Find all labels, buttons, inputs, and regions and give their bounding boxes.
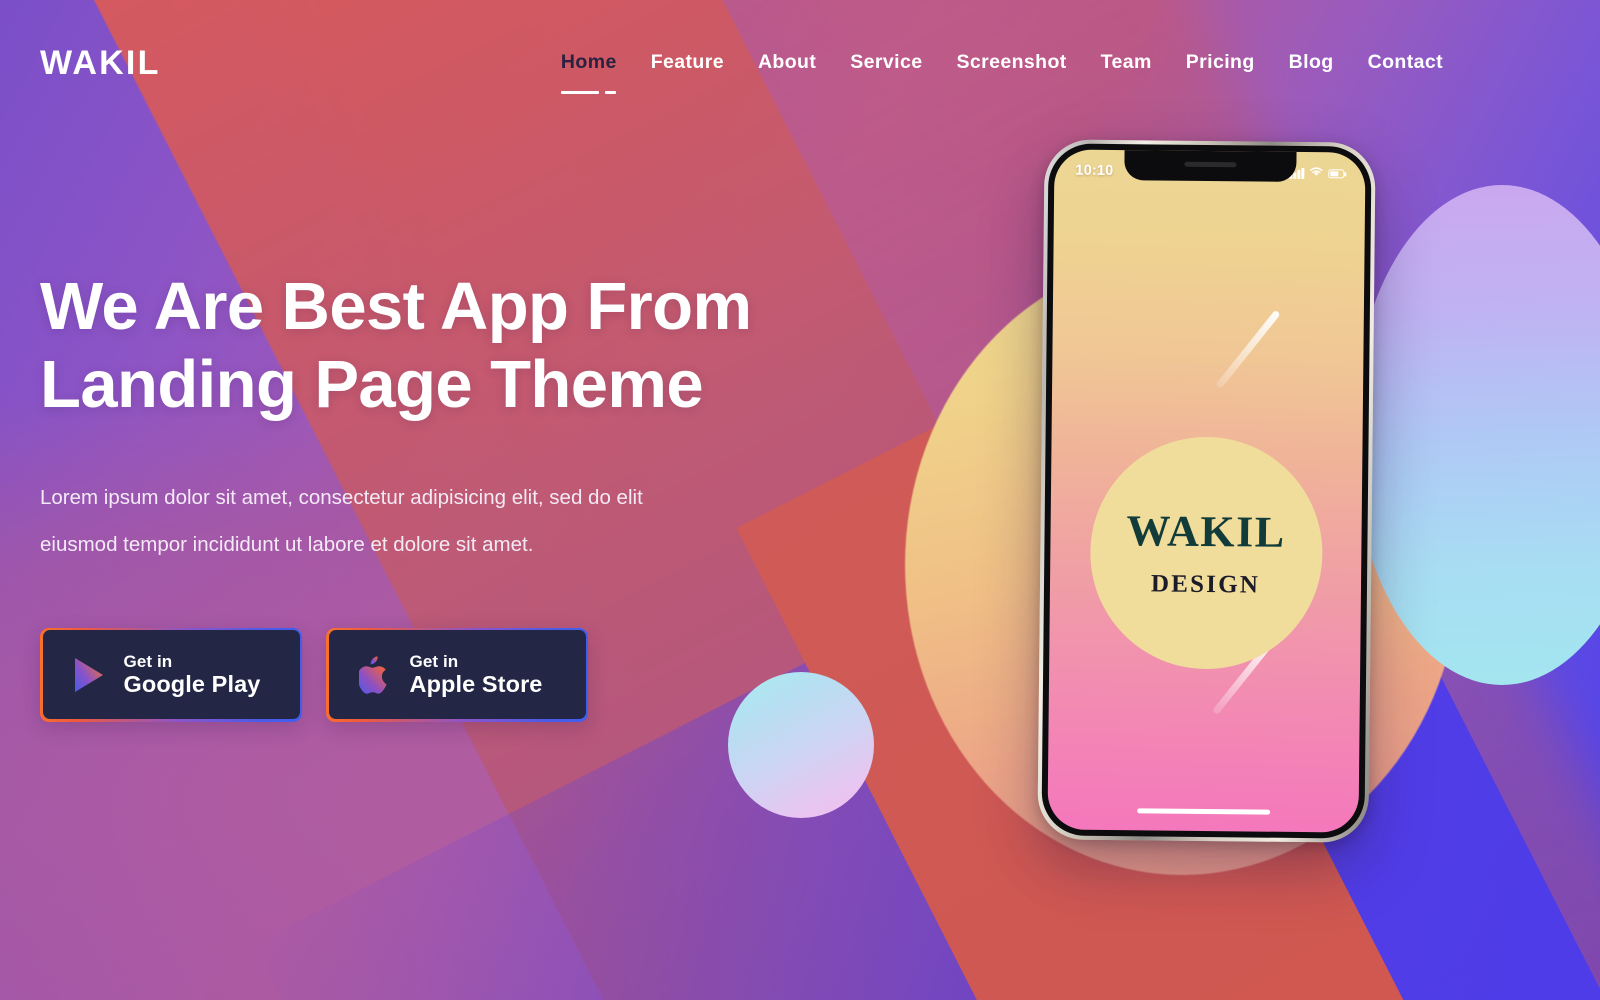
google-play-big-label: Google Play: [123, 671, 261, 698]
nav-item-service[interactable]: Service: [833, 45, 939, 80]
landing-page-hero: WAKIL Home Feature About Service Screens…: [0, 0, 1600, 1000]
hero-content: We Are Best App From Landing Page Theme …: [40, 268, 870, 722]
nav-item-label: Home: [560, 51, 617, 73]
apple-store-small-label: Get in: [409, 651, 459, 671]
apple-icon: [355, 653, 395, 697]
decorative-streak-top: [1215, 309, 1281, 390]
phone-screen: 10:10 WAKIL DESIGN: [1047, 149, 1366, 833]
app-logo-circle: WAKIL DESIGN: [1088, 435, 1324, 671]
google-play-icon: [69, 653, 109, 697]
hero-title-line-2: Landing Page Theme: [40, 346, 704, 422]
main-navigation: Home Feature About Service Screenshot Te…: [544, 45, 1560, 94]
hero-subtitle: Lorem ipsum dolor sit amet, consectetur …: [40, 475, 760, 567]
nav-item-feature[interactable]: Feature: [634, 45, 741, 80]
phone-home-indicator: [1136, 808, 1270, 815]
store-button-row: Get in Google Play Get in Apple Store: [40, 627, 870, 722]
active-nav-underline: [560, 91, 616, 94]
apple-store-big-label: Apple Store: [409, 671, 543, 698]
app-subtitle-text: DESIGN: [1150, 569, 1261, 599]
phone-speaker-icon: [1183, 161, 1236, 168]
nav-item-contact[interactable]: Contact: [1351, 45, 1460, 80]
nav-item-team[interactable]: Team: [1084, 45, 1169, 80]
phone-mockup: 10:10 WAKIL DESIGN: [1037, 139, 1376, 843]
nav-item-screenshot[interactable]: Screenshot: [939, 45, 1083, 80]
status-icon-group: [1289, 164, 1345, 183]
apple-store-label-group: Get in Apple Store: [410, 652, 543, 698]
hero-subtitle-line-1: Lorem ipsum dolor sit amet, consectetur …: [40, 486, 643, 510]
status-time: 10:10: [1075, 162, 1114, 180]
google-play-button[interactable]: Get in Google Play: [40, 627, 302, 722]
hero-title-line-1: We Are Best App From: [40, 269, 752, 344]
brand-logo[interactable]: WAKIL: [40, 46, 161, 80]
wifi-icon: [1309, 164, 1323, 182]
apple-store-button[interactable]: Get in Apple Store: [326, 627, 588, 722]
battery-icon: [1328, 168, 1345, 178]
nav-item-home[interactable]: Home: [544, 45, 634, 94]
site-header: WAKIL Home Feature About Service Screens…: [0, 0, 1600, 125]
app-brand-text: WAKIL: [1126, 505, 1286, 557]
hero-title: We Are Best App From Landing Page Theme: [40, 268, 870, 423]
hero-subtitle-line-2: eiusmod tempor incididunt ut labore et d…: [40, 532, 534, 556]
nav-item-pricing[interactable]: Pricing: [1169, 45, 1272, 80]
nav-item-about[interactable]: About: [741, 45, 833, 80]
google-play-label-group: Get in Google Play: [124, 652, 261, 698]
nav-item-blog[interactable]: Blog: [1272, 45, 1351, 80]
phone-notch: [1123, 149, 1297, 182]
google-play-small-label: Get in: [123, 651, 173, 671]
